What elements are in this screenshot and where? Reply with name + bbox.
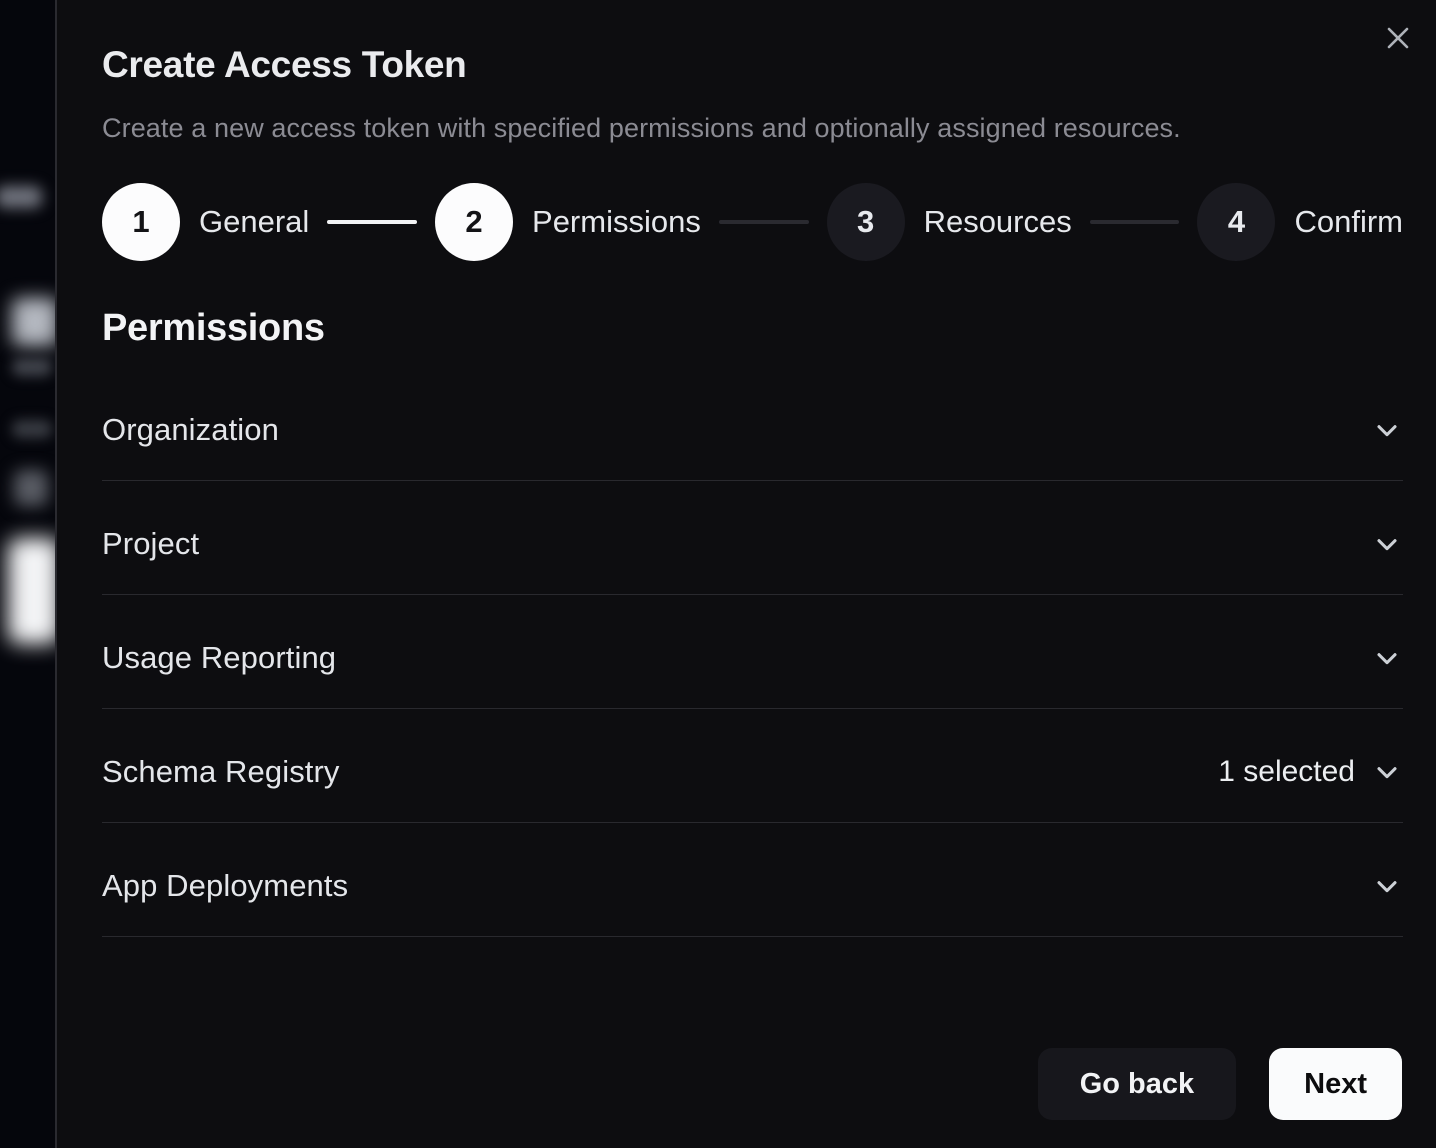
accordion-label: Project	[102, 526, 199, 562]
permissions-accordion-list: Organization Project	[102, 367, 1403, 937]
accordion-right	[1371, 870, 1403, 902]
step-number: 2	[435, 183, 513, 261]
step-permissions[interactable]: 2 Permissions	[435, 183, 701, 261]
background-blur-text	[12, 420, 52, 438]
accordion-right	[1371, 642, 1403, 674]
chevron-down-icon	[1371, 528, 1403, 560]
accordion-right	[1371, 528, 1403, 560]
accordion-usage-reporting[interactable]: Usage Reporting	[102, 595, 1403, 709]
background-blur-item	[12, 298, 55, 346]
step-number: 4	[1197, 183, 1275, 261]
next-button[interactable]: Next	[1269, 1048, 1402, 1120]
step-label: Resources	[924, 204, 1072, 240]
dialog-title: Create Access Token	[102, 0, 1403, 86]
accordion-right	[1371, 414, 1403, 446]
background-page	[0, 0, 55, 1148]
section-heading: Permissions	[102, 261, 1403, 350]
create-access-token-dialog: Create Access Token Create a new access …	[55, 0, 1436, 1148]
selected-count-badge: 1 selected	[1218, 755, 1355, 789]
chevron-down-icon	[1371, 414, 1403, 446]
step-general[interactable]: 1 General	[102, 183, 309, 261]
stepper: 1 General 2 Permissions 3 Resources 4 Co…	[102, 183, 1403, 261]
chevron-down-icon	[1371, 870, 1403, 902]
step-connector	[719, 220, 809, 224]
close-icon	[1383, 23, 1413, 53]
step-label: Confirm	[1294, 204, 1403, 240]
step-number: 3	[827, 183, 905, 261]
close-button[interactable]	[1378, 18, 1418, 58]
step-resources[interactable]: 3 Resources	[827, 183, 1072, 261]
accordion-right: 1 selected	[1218, 755, 1403, 789]
chevron-down-icon	[1371, 642, 1403, 674]
accordion-label: Schema Registry	[102, 754, 340, 790]
dialog-footer: Go back Next	[1038, 1048, 1402, 1120]
background-blur-item	[14, 470, 48, 506]
step-label: General	[199, 204, 309, 240]
background-blur-text	[0, 186, 42, 208]
accordion-label: Organization	[102, 412, 279, 448]
accordion-label: Usage Reporting	[102, 640, 336, 676]
go-back-button[interactable]: Go back	[1038, 1048, 1236, 1120]
step-connector	[1090, 220, 1180, 224]
background-blur-card	[8, 538, 55, 644]
step-number: 1	[102, 183, 180, 261]
chevron-down-icon	[1371, 756, 1403, 788]
accordion-organization[interactable]: Organization	[102, 367, 1403, 481]
accordion-project[interactable]: Project	[102, 481, 1403, 595]
background-blur-text	[12, 358, 52, 376]
accordion-schema-registry[interactable]: Schema Registry 1 selected	[102, 709, 1403, 823]
accordion-app-deployments[interactable]: App Deployments	[102, 823, 1403, 937]
step-confirm[interactable]: 4 Confirm	[1197, 183, 1403, 261]
step-connector	[327, 220, 417, 224]
screen: Create Access Token Create a new access …	[0, 0, 1436, 1148]
step-label: Permissions	[532, 204, 701, 240]
dialog-subtitle: Create a new access token with specified…	[102, 86, 1403, 144]
accordion-label: App Deployments	[102, 868, 348, 904]
